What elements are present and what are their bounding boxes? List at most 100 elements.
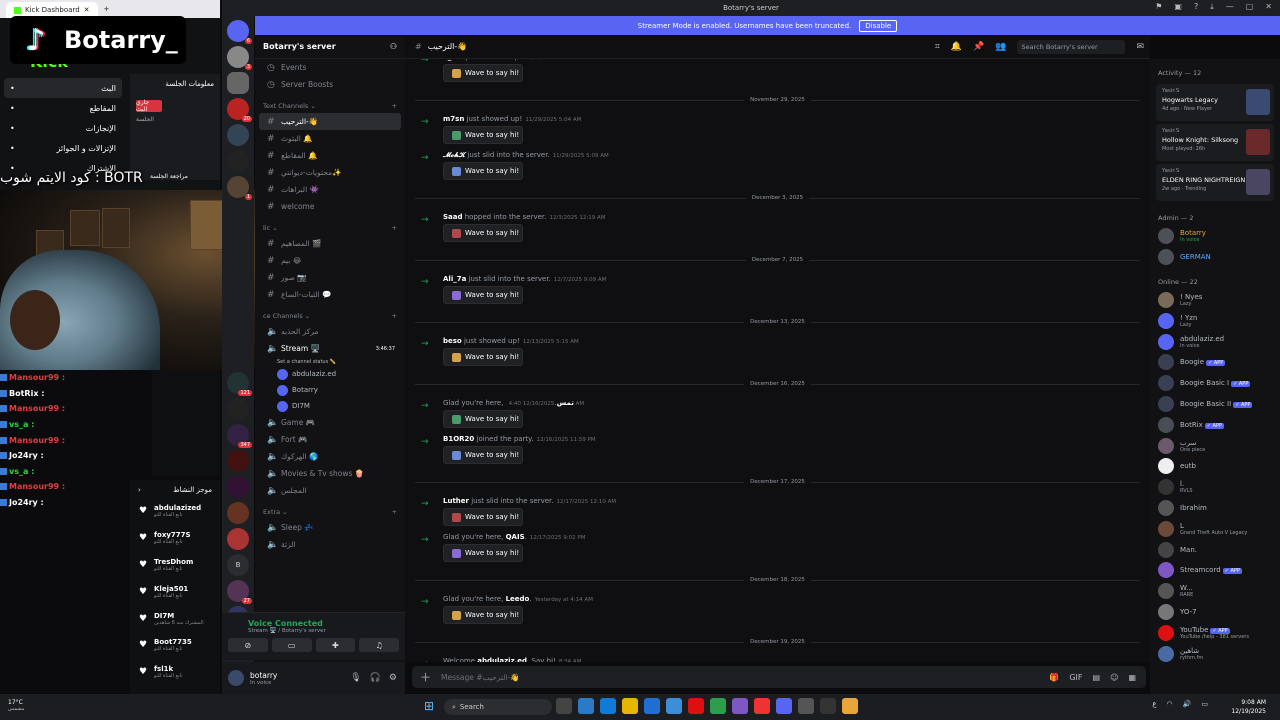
member-name[interactable]: QAIS [506,533,525,541]
member-item[interactable]: YO-7 [1150,602,1280,623]
text-channel[interactable]: # صور 📷 [259,269,401,286]
member-item[interactable]: abdulaziz.ed In voice [1150,331,1280,352]
text-channel[interactable]: # الثبات-الساع 💬 [259,286,401,303]
text-channel[interactable]: # الترحيب-👋 [259,113,401,130]
server-icon[interactable] [227,124,249,146]
app-icon[interactable] [556,698,572,714]
taskbar-clock[interactable]: 9:08 AM 12/19/2025 [1231,698,1266,716]
voice-channel[interactable]: 🔈 الهركوك 🌎 [259,448,401,465]
app-icon[interactable] [820,698,836,714]
member-item[interactable]: W... RARE [1150,581,1280,602]
volume-icon[interactable]: 🔊 [1183,700,1192,708]
voice-user[interactable]: abdulaziz.ed [255,366,405,382]
activity-card[interactable]: Yasir.S Hogwarts Legacy 4d ago · New Playe… [1156,84,1274,121]
kick-nav-item[interactable]: الإتزالات و الجوائز • [4,138,122,158]
server-name-header[interactable]: Botarry's server ⚇ [255,35,405,59]
chat-username[interactable]: Jo24ry : [9,498,44,507]
wave-button[interactable]: Wave to say hi! [443,286,523,304]
member-item[interactable]: شاهين rythm.fm [1150,643,1280,664]
server-icon[interactable]: 347 [227,424,252,448]
wifi-icon[interactable]: ◠ [1167,700,1173,708]
channel-category[interactable]: lic ⌄ + [255,221,405,235]
text-channel[interactable]: # المقاطع 🔔 [259,147,401,164]
minimize-icon[interactable]: — [1226,2,1234,12]
gift-icon[interactable]: 🎁 [1049,673,1059,682]
member-name[interactable]: B1OR20 [443,435,474,443]
wave-button[interactable]: Wave to say hi! [443,64,523,82]
dm-home-icon[interactable]: 6 [227,20,252,44]
app-icon[interactable] [688,698,704,714]
activity-card[interactable]: Yasir.S Hollow Knight: Silksong Most playe… [1156,124,1274,161]
server-icon[interactable] [227,476,249,498]
voice-channel[interactable]: 🔈 المجلس [259,482,401,499]
apps-icon[interactable]: ▦ [1128,673,1136,682]
lang-indicator[interactable]: ع [1152,700,1156,708]
channel-category[interactable]: Extra ⌄ + [255,505,405,519]
server-icon[interactable]: B [227,554,249,576]
channel-category[interactable]: ce Channels ⌄ + [255,309,405,323]
member-item[interactable]: eutb [1150,456,1280,477]
voice-user[interactable]: DI7M [255,398,405,414]
member-item[interactable]: سرب One piece [1150,435,1280,456]
member-item[interactable]: Boogie Basic II ✓ APP [1150,394,1280,415]
mic-icon[interactable]: 🎙 [350,673,361,683]
download-icon[interactable]: ⤓ [1210,2,1214,12]
avatar[interactable] [228,670,244,686]
inbox-icon[interactable]: ✉ [1136,42,1150,52]
member-name[interactable]: Leedo [506,595,530,603]
server-icon[interactable]: 20 [227,98,252,122]
sidebar-item[interactable]: ◷ Events [259,59,401,76]
text-channel[interactable]: # البراهات 👾 [259,181,401,198]
channel-category[interactable]: Text Channels ⌄ + [255,99,405,113]
voice-channel[interactable]: 🔈 Movies & Tv shows 🍿 [259,465,401,482]
notification-bell-icon[interactable]: 🔔 [951,42,962,52]
member-item[interactable]: L Grand Theft Auto V Legacy [1150,518,1280,539]
search-input[interactable]: Search Botarry's server [1017,39,1126,54]
wave-button[interactable]: Wave to say hi! [443,162,523,180]
member-item[interactable]: Streamcord ✓ APP [1150,560,1280,581]
app-icon[interactable] [842,698,858,714]
weather-widget[interactable]: 17°C مشمس [8,699,24,712]
kick-nav-item[interactable]: البث • [4,78,122,98]
close-icon[interactable]: ✕ [1265,2,1272,12]
help-icon[interactable]: ? [1194,2,1198,12]
message-input[interactable]: ＋ Message #الترحيب-👋 🎁 GIF ▤ ☺ ▦ [412,666,1146,688]
voice-user[interactable]: Botarry [255,382,405,398]
wave-button[interactable]: Wave to say hi! [443,410,523,428]
activities-icon[interactable]: ✚ [315,638,356,652]
kick-nav-item[interactable]: الإنجازات • [4,118,122,138]
member-name[interactable]: m7sn [443,115,464,123]
pin-icon[interactable]: 📌 [973,42,984,52]
voice-channel[interactable]: 🔈 مركز الحذبه [259,323,401,340]
server-icon[interactable] [227,528,249,550]
collapse-icon[interactable]: › [138,486,141,494]
add-member-icon[interactable]: ⚇ [390,42,397,51]
wave-button[interactable]: Wave to say hi! [443,508,523,526]
text-channel[interactable]: # المصاهيم 🎬 [259,235,401,252]
headset-icon[interactable]: 🎧 [370,673,381,683]
add-channel-icon[interactable]: + [392,224,397,232]
screen-icon[interactable]: ▣ [1174,2,1182,12]
member-name[interactable]: تمس [557,399,574,407]
disable-streamer-mode-button[interactable]: Disable [859,19,898,32]
wave-button[interactable]: Wave to say hi! [443,126,523,144]
member-name[interactable]: abdulaziz.ed [477,657,527,662]
member-name[interactable]: Ali_7a [443,275,466,283]
app-icon[interactable] [600,698,616,714]
sidebar-item[interactable]: ◷ Server Boosts [259,76,401,93]
voice-channel[interactable]: 🔈 Game 🎮 [259,414,401,431]
member-item[interactable]: BotRix ✓ APP [1150,414,1280,435]
member-name[interactable]: F_Hw [443,59,464,61]
wave-button[interactable]: Wave to say hi! [443,606,523,624]
member-name[interactable]: Saad [443,213,463,221]
member-item[interactable]: Ibrahim [1150,498,1280,519]
emoji-icon[interactable]: ☺ [1110,673,1118,682]
member-item[interactable]: YouTube ✓ APP YouTube /help - 381 servers [1150,622,1280,643]
member-item[interactable]: GERMAN [1150,247,1280,268]
member-item[interactable]: ! Nyes Lazy [1150,290,1280,311]
taskbar-search[interactable]: ⌕ Search [444,699,552,715]
server-icon[interactable]: 121 [227,372,252,396]
voice-channel[interactable]: 🔈 Sleep 💤 [259,519,401,536]
attach-plus-icon[interactable]: ＋ [420,669,431,685]
add-channel-icon[interactable]: + [392,102,397,110]
